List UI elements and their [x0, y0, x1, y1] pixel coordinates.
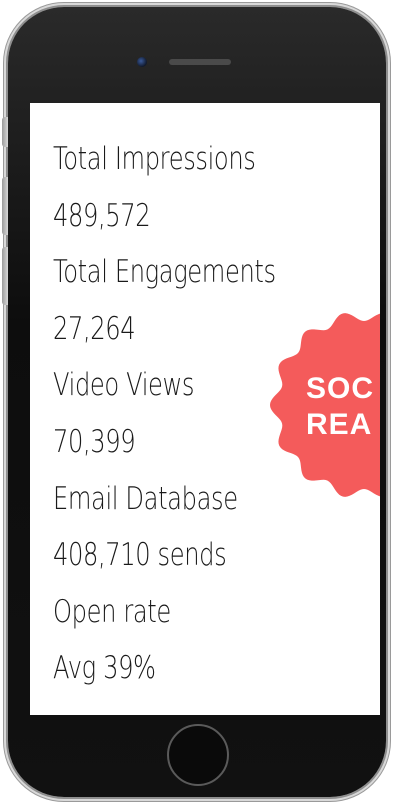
- badge-line-1: SOC: [306, 372, 375, 405]
- phone-screen: Total Impressions 489,572 Total Engageme…: [30, 103, 380, 715]
- earpiece-speaker: [169, 59, 231, 65]
- volume-up-button: [2, 177, 8, 235]
- stat-value-video-views: 70,399: [53, 423, 136, 460]
- stat-label-total-engagements: Total Engagements: [53, 254, 276, 291]
- phone-frame: Total Impressions 489,572 Total Engageme…: [2, 7, 386, 797]
- stat-value-open-rate: Avg 39%: [53, 650, 156, 687]
- badge-line-2: REA: [306, 408, 373, 441]
- stat-value-total-impressions: 489,572: [53, 197, 151, 234]
- stat-value-total-engagements: 27,264: [53, 310, 136, 347]
- stat-label-open-rate: Open rate: [53, 593, 171, 630]
- front-camera-icon: [137, 57, 147, 67]
- mute-switch: [2, 117, 8, 147]
- volume-down-button: [2, 247, 8, 305]
- stat-label-email-database: Email Database: [53, 480, 238, 517]
- stat-label-total-impressions: Total Impressions: [53, 141, 256, 177]
- badge-text: SOC REA: [306, 371, 374, 443]
- stat-value-email-database: 408,710 sends: [53, 537, 227, 574]
- home-button[interactable]: [167, 724, 229, 786]
- social-badge: SOC REA: [264, 305, 380, 505]
- stat-label-video-views: Video Views: [53, 367, 195, 404]
